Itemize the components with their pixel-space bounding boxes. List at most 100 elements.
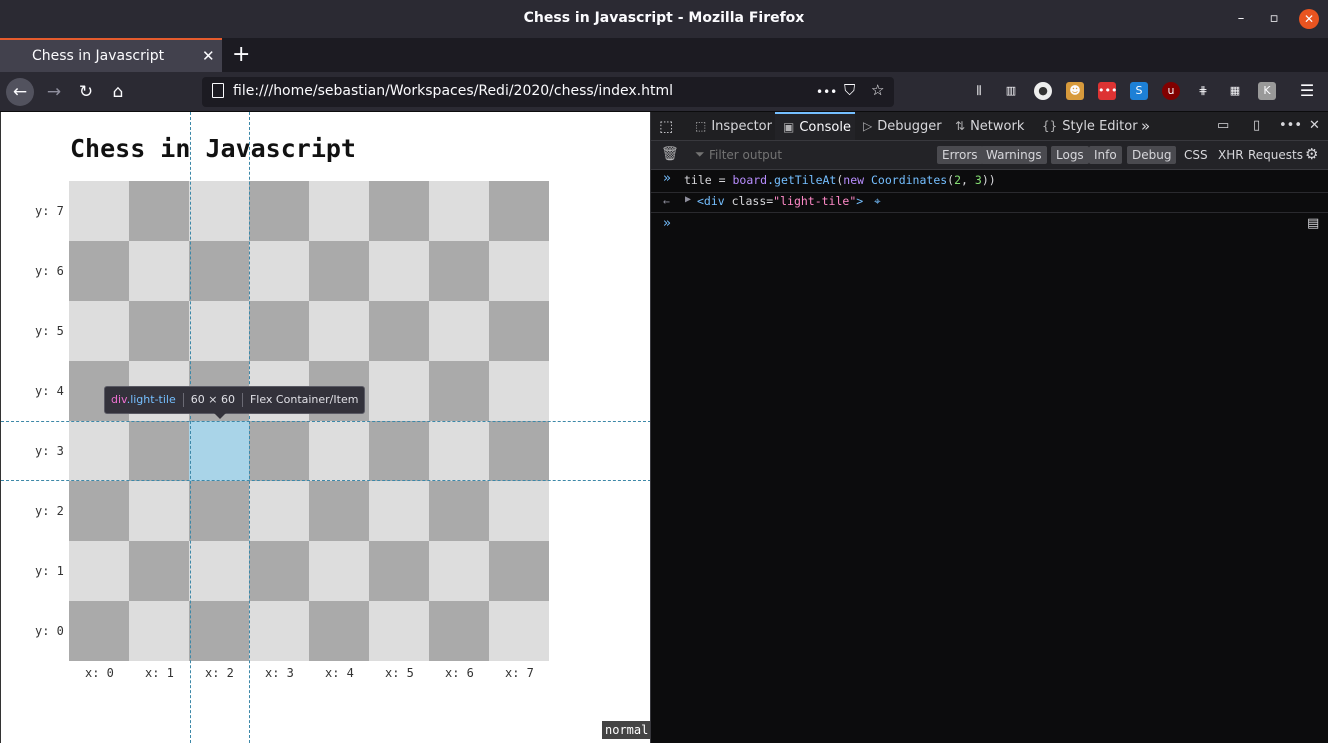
board-tile[interactable] (129, 421, 189, 481)
board-tile[interactable] (489, 601, 549, 661)
board-tile[interactable] (69, 301, 129, 361)
tab-style-editor[interactable]: {} Style Editor (1042, 112, 1138, 140)
board-tile[interactable] (489, 241, 549, 301)
board-tile[interactable] (189, 241, 249, 301)
board-tile[interactable] (489, 181, 549, 241)
board-tile[interactable] (369, 421, 429, 481)
filter-css[interactable]: CSS (1179, 146, 1213, 164)
filter-output-input[interactable]: Filter output (709, 148, 782, 162)
board-tile[interactable] (249, 241, 309, 301)
bookmark-star-icon[interactable]: ☆ (871, 81, 884, 99)
board-tile[interactable] (129, 541, 189, 601)
board-tile[interactable] (309, 481, 369, 541)
board-tile[interactable] (69, 421, 129, 481)
board-tile[interactable] (429, 481, 489, 541)
tab-debugger[interactable]: ▷ Debugger (863, 112, 942, 140)
board-tile[interactable] (309, 541, 369, 601)
board-tile[interactable] (369, 301, 429, 361)
new-tab-button[interactable]: + (232, 42, 250, 67)
minimize-button[interactable]: – (1231, 9, 1251, 29)
inspect-node-icon[interactable]: ⌖ (874, 194, 880, 208)
console-settings-icon[interactable]: ⚙ (1305, 145, 1318, 163)
filter-requests[interactable]: Requests (1243, 146, 1308, 164)
board-tile[interactable] (369, 241, 429, 301)
board-tile[interactable] (249, 301, 309, 361)
board-tile[interactable] (429, 361, 489, 421)
board-tile[interactable] (69, 481, 129, 541)
tab-console[interactable]: ▣ Console (775, 112, 855, 140)
lastpass-icon[interactable]: ••• (1098, 82, 1117, 100)
avatar-icon[interactable]: ● (1034, 82, 1052, 100)
board-tile[interactable] (189, 181, 249, 241)
board-tile[interactable] (189, 541, 249, 601)
board-tile[interactable] (249, 541, 309, 601)
board-tile[interactable] (429, 601, 489, 661)
board-tile[interactable] (429, 181, 489, 241)
board-tile[interactable] (309, 301, 369, 361)
back-button[interactable]: ← (6, 78, 34, 106)
board-tile[interactable] (369, 601, 429, 661)
board-tile[interactable] (129, 181, 189, 241)
board-tile[interactable] (489, 421, 549, 481)
element-picker-icon[interactable]: ⬚ (659, 112, 673, 140)
board-tile[interactable] (69, 601, 129, 661)
board-tile[interactable] (429, 301, 489, 361)
board-tile[interactable] (189, 421, 249, 481)
board-tile[interactable] (369, 361, 429, 421)
board-tile[interactable] (309, 421, 369, 481)
url-bar[interactable]: file:///home/sebastian/Workspaces/Redi/2… (202, 77, 894, 107)
maximize-button[interactable]: ▫ (1264, 9, 1284, 29)
filter-errors[interactable]: Errors (937, 146, 983, 164)
tab-chess[interactable]: Chess in Javascript ✕ (0, 38, 222, 72)
url-text[interactable]: file:///home/sebastian/Workspaces/Redi/2… (233, 83, 673, 99)
extensions-icon[interactable]: ▦ (1226, 82, 1244, 100)
tab-close-icon[interactable]: ✕ (202, 47, 215, 65)
board-tile[interactable] (429, 541, 489, 601)
filter-debug[interactable]: Debug (1127, 146, 1177, 164)
tab-inspector[interactable]: ⬚ Inspector (695, 112, 772, 140)
board-tile[interactable] (489, 481, 549, 541)
board-tile[interactable] (129, 241, 189, 301)
editor-mode-icon[interactable]: ▤ (1307, 216, 1319, 231)
board-tile[interactable] (369, 541, 429, 601)
clear-console-icon[interactable]: 🗑 (661, 146, 679, 162)
expand-triangle-icon[interactable]: ▶ (685, 194, 691, 205)
reload-button[interactable]: ↻ (72, 78, 100, 106)
board-tile[interactable] (129, 481, 189, 541)
forward-button[interactable]: → (40, 78, 68, 106)
board-tile[interactable] (309, 241, 369, 301)
pocket-icon[interactable]: ⛉ (844, 81, 855, 99)
board-tile[interactable] (249, 421, 309, 481)
filter-warnings[interactable]: Warnings (981, 146, 1047, 164)
board-tile[interactable] (189, 601, 249, 661)
board-tile[interactable] (129, 301, 189, 361)
board-tile[interactable] (249, 601, 309, 661)
grid-extension-icon[interactable]: ⋕ (1194, 82, 1212, 100)
filter-logs[interactable]: Logs (1051, 146, 1089, 164)
responsive-design-icon[interactable]: ▯ (1253, 112, 1260, 140)
extension-k-icon[interactable]: K (1258, 82, 1276, 100)
board-tile[interactable] (249, 181, 309, 241)
page-actions-button[interactable]: ••• (816, 85, 837, 99)
board-tile[interactable] (129, 601, 189, 661)
board-tile[interactable] (189, 301, 249, 361)
board-tile[interactable] (309, 181, 369, 241)
close-devtools-icon[interactable]: ✕ (1309, 112, 1320, 140)
board-tile[interactable] (249, 481, 309, 541)
board-tile[interactable] (69, 541, 129, 601)
board-tile[interactable] (489, 361, 549, 421)
more-tabs-icon[interactable]: » (1141, 112, 1150, 140)
ublock-icon[interactable]: u (1162, 82, 1180, 100)
board-tile[interactable] (189, 481, 249, 541)
filter-info[interactable]: Info (1089, 146, 1122, 164)
tampermonkey-icon[interactable]: ☻ (1066, 82, 1084, 100)
board-tile[interactable] (69, 181, 129, 241)
library-icon[interactable]: ⫼ (970, 82, 988, 100)
sidebar-icon[interactable]: ▥ (1002, 82, 1020, 100)
board-tile[interactable] (489, 541, 549, 601)
board-tile[interactable] (489, 301, 549, 361)
devtools-menu-icon[interactable]: ••• (1279, 112, 1302, 140)
hamburger-menu-icon[interactable]: ☰ (1298, 82, 1316, 100)
board-tile[interactable] (369, 481, 429, 541)
board-tile[interactable] (369, 181, 429, 241)
